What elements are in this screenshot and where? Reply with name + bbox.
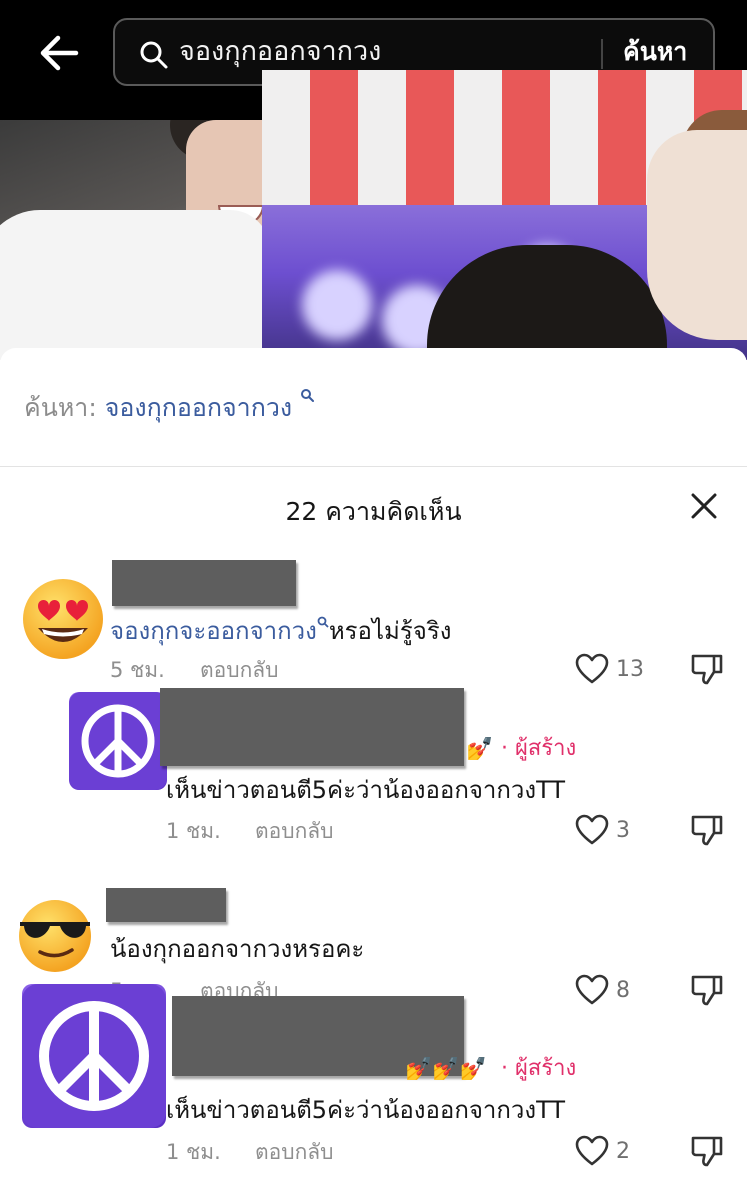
reply-button[interactable]: ตอบกลับ [255, 816, 334, 846]
like-count: 3 [616, 818, 630, 843]
sunglasses-emoji-avatar[interactable] [16, 896, 94, 974]
reply-button[interactable]: ตอบกลับ [200, 655, 279, 685]
comment-count: 22 ความคิดเห็น [285, 497, 462, 526]
reply-text: เห็นข่าวตอนตี5ค่ะว่าน้องออกจากวงTT [166, 776, 566, 804]
heart-eyes-emoji-avatar[interactable] [20, 576, 106, 662]
like-count: 2 [616, 1139, 630, 1164]
nail-polish-emoji: 💅💅💅 [405, 1057, 488, 1082]
search-icon [140, 41, 168, 69]
thumbs-down-icon[interactable] [690, 973, 724, 1007]
heart-icon[interactable] [575, 814, 609, 846]
search-button[interactable]: ค้นหา [623, 32, 687, 72]
creator-badge: · ผู้สร้าง [501, 1056, 577, 1081]
thumbs-down-icon[interactable] [690, 813, 724, 847]
redacted-username [106, 888, 226, 922]
heart-icon[interactable] [575, 653, 609, 685]
thumbs-down-icon[interactable] [690, 1134, 724, 1168]
redacted-username [112, 560, 296, 606]
close-icon[interactable] [690, 492, 718, 520]
back-arrow-icon[interactable] [36, 30, 82, 76]
peace-symbol-avatar[interactable] [69, 692, 167, 790]
reply-text: เห็นข่าวตอนตี5ค่ะว่าน้องออกจากวงTT [166, 1096, 566, 1124]
peace-symbol-avatar[interactable] [22, 984, 166, 1128]
related-search-label: ค้นหา: [24, 393, 97, 422]
related-search-keyword[interactable]: จองกุกออกจากวง [105, 393, 292, 422]
redacted-username [160, 688, 464, 766]
reply-time: 1 ชม. [166, 819, 221, 843]
nail-polish-emoji: 💅 [466, 737, 494, 762]
reply-time: 1 ชม. [166, 1140, 221, 1164]
mini-search-icon [301, 389, 315, 402]
divider [0, 466, 747, 467]
comment-time: 5 ชม. [110, 658, 165, 682]
heart-icon[interactable] [575, 974, 609, 1006]
comment-text-rest: หรอไม่รู้จริง [328, 617, 452, 645]
search-query[interactable]: จองกุกออกจากวง [179, 32, 381, 72]
video-frame-left [0, 120, 262, 360]
related-search[interactable]: ค้นหา: จองกุกออกจากวง [24, 389, 315, 426]
comment-text: จองกุกจะออกจากวง หรอไม่รู้จริง [110, 614, 451, 648]
like-count: 13 [616, 657, 644, 682]
like-count: 8 [616, 978, 630, 1003]
search-divider [601, 39, 603, 69]
reply-button[interactable]: ตอบกลับ [255, 1137, 334, 1167]
comment-keyword-link[interactable]: จองกุกจะออกจากวง [110, 617, 317, 645]
creator-badge: · ผู้สร้าง [501, 736, 577, 761]
comment-text: น้องกุกออกจากวงหรอคะ [110, 935, 365, 963]
mini-search-icon [317, 616, 329, 628]
thumbs-down-icon[interactable] [690, 652, 724, 686]
video-frame-right [262, 70, 747, 360]
heart-icon[interactable] [575, 1135, 609, 1167]
comments-sheet: ค้นหา: จองกุกออกจากวง 22 ความคิดเห็น จอง… [0, 348, 747, 1200]
